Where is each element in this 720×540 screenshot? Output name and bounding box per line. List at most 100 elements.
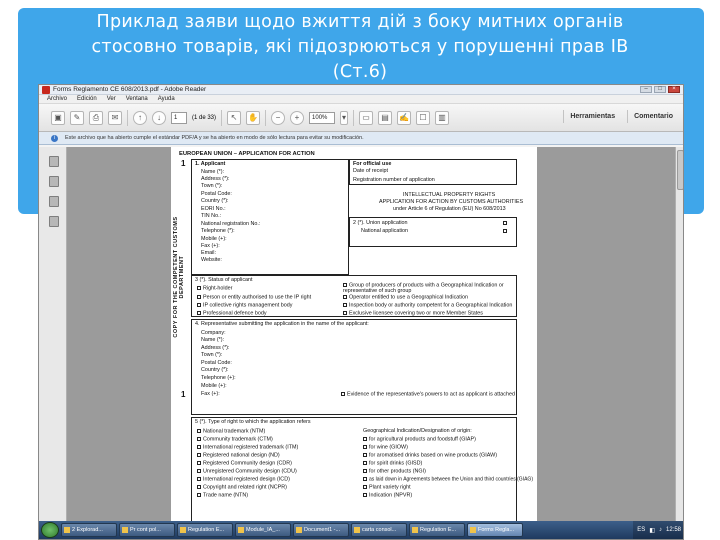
window-titlebar: Forms Reglamento CE 608/2013.pdf - Adobe… — [39, 85, 683, 95]
pdf-page: EUROPEAN UNION – APPLICATION FOR ACTION … — [171, 147, 537, 523]
right-type-option[interactable]: Community trademark (CTM) — [197, 436, 273, 443]
right-type-option[interactable]: as laid down in Agreements between the U… — [363, 477, 533, 483]
vertical-scrollbar[interactable] — [675, 147, 683, 523]
right-type-option[interactable]: Unregistered Community design (CDU) — [197, 468, 297, 475]
print-icon[interactable]: ⎙ — [89, 110, 103, 125]
zoom-out-icon[interactable]: − — [271, 110, 286, 125]
status-option-label: Exclusive licensee covering two or more … — [349, 310, 483, 317]
volume-icon[interactable]: ♪ — [659, 527, 662, 533]
edit-icon[interactable]: ✎ — [70, 110, 84, 125]
sign-icon[interactable]: ✍ — [397, 110, 412, 125]
applicant-field[interactable]: Country (*): — [201, 198, 229, 205]
signatures-icon[interactable] — [49, 216, 59, 227]
applicant-field[interactable]: Website: — [201, 257, 222, 264]
taskbar-item[interactable]: Regulation E... — [409, 523, 465, 537]
status-option[interactable]: Exclusive licensee covering two or more … — [343, 310, 483, 317]
right-type-option[interactable]: Registered Community design (CDR) — [197, 460, 292, 467]
right-type-option[interactable]: International registered trademark (ITM) — [197, 444, 298, 451]
representative-field[interactable]: Fax (+): — [201, 391, 220, 398]
open-icon[interactable]: ▣ — [51, 110, 65, 125]
document-icon — [354, 527, 360, 533]
status-option[interactable]: Person or entity authorised to use the I… — [197, 294, 311, 301]
right-type-option[interactable]: Copyright and related right (NCPR) — [197, 484, 287, 491]
right-type-option[interactable]: Registered national design (ND) — [197, 452, 280, 459]
right-type-option[interactable]: for aromatised drinks based on wine prod… — [363, 452, 497, 459]
menu-file[interactable]: Archivo — [47, 95, 67, 103]
page-thumbnails-icon[interactable] — [49, 156, 59, 167]
evidence-checkbox[interactable]: Evidence of the representative's powers … — [341, 391, 515, 398]
chevron-down-icon[interactable]: ▾ — [340, 110, 349, 125]
language-indicator[interactable]: ES — [637, 527, 645, 533]
menu-edit[interactable]: Edición — [77, 95, 97, 103]
date-of-receipt: Date of receipt — [353, 168, 389, 174]
representative-field[interactable]: Town (*): — [201, 352, 222, 359]
right-type-option[interactable]: for wine (GIOW) — [363, 444, 408, 451]
start-button[interactable] — [41, 522, 59, 538]
applicant-field[interactable]: Town (*): — [201, 183, 222, 190]
folder-icon — [64, 527, 70, 533]
fit-page-icon[interactable]: ▭ — [359, 110, 374, 125]
bookmarks-icon[interactable] — [49, 176, 59, 187]
applicant-field[interactable]: Telephone (*): — [201, 228, 235, 235]
right-type-option[interactable]: Indication (NPVR) — [363, 492, 412, 499]
status-option[interactable]: IP collective rights management body — [197, 302, 293, 309]
info-icon: i — [51, 135, 58, 142]
applicant-field[interactable]: TIN No.: — [201, 213, 221, 220]
representative-field[interactable]: Name (*): — [201, 337, 224, 344]
clock[interactable]: 12:58 — [666, 527, 681, 533]
right-type-option[interactable]: National trademark (NTM) — [197, 428, 266, 435]
right-type-option[interactable]: Trade name (NTN) — [197, 492, 248, 499]
close-button[interactable]: × — [668, 86, 680, 93]
next-page-icon[interactable]: ↓ — [152, 110, 166, 125]
status-option[interactable]: Operator entitled to use a Geographical … — [343, 294, 468, 301]
right-type-label: National trademark (NTM) — [203, 428, 266, 435]
taskbar-item-active[interactable]: Forms Regla... — [467, 523, 523, 537]
highlight-icon[interactable]: ▥ — [435, 110, 450, 125]
zoom-in-icon[interactable]: + — [290, 110, 305, 125]
menu-help[interactable]: Ayuda — [158, 95, 175, 103]
taskbar-item[interactable]: 2 Explorad... — [61, 523, 117, 537]
representative-field[interactable]: Telephone (+): — [201, 375, 236, 382]
select-tool-icon[interactable]: ↖ — [227, 110, 242, 125]
menu-view[interactable]: Ver — [107, 95, 116, 103]
comment-tab[interactable]: Comentario — [627, 110, 679, 123]
taskbar-item[interactable]: Document1 -... — [293, 523, 349, 537]
status-option[interactable]: Professional defence body — [197, 310, 267, 317]
tools-tab[interactable]: Herramientas — [563, 110, 621, 123]
document-icon — [122, 527, 128, 533]
taskbar-item[interactable]: Module_IA_... — [235, 523, 291, 537]
box-number: 1 — [181, 390, 186, 399]
document-icon — [180, 527, 186, 533]
status-option-label: Right-holder — [203, 285, 233, 292]
right-type-option[interactable]: International registered design (ICD) — [197, 476, 290, 483]
attachments-icon[interactable] — [49, 196, 59, 207]
hand-tool-icon[interactable]: ✋ — [246, 110, 261, 125]
email-icon[interactable]: ✉ — [108, 110, 122, 125]
right-type-option[interactable]: Plant variety right — [363, 484, 411, 491]
taskbar-item[interactable]: carta consol... — [351, 523, 407, 537]
national-application-checkbox[interactable] — [503, 229, 509, 235]
right-type-option[interactable]: for spirit drinks (GISD) — [363, 460, 422, 467]
right-type-option[interactable]: for other products (NGI) — [363, 468, 426, 475]
representative-field[interactable]: Mobile (+): — [201, 383, 227, 390]
previous-page-icon[interactable]: ↑ — [133, 110, 147, 125]
minimize-button[interactable]: – — [640, 86, 652, 93]
fit-width-icon[interactable]: ▤ — [378, 110, 393, 125]
network-icon[interactable]: ◧ — [649, 527, 655, 534]
union-application-checkbox[interactable] — [503, 221, 509, 227]
document-workarea[interactable]: EUROPEAN UNION – APPLICATION FOR ACTION … — [39, 147, 683, 523]
zoom-select[interactable]: 100% — [309, 111, 336, 124]
representative-field[interactable]: Country (*): — [201, 367, 229, 374]
maximize-button[interactable]: □ — [654, 86, 666, 93]
status-option[interactable]: Inspection body or authority competent f… — [343, 302, 512, 309]
page-number-input[interactable]: 1 — [171, 111, 187, 124]
status-option[interactable]: Right-holder — [197, 285, 233, 292]
taskbar-item[interactable]: Pr cont pol... — [119, 523, 175, 537]
right-type-option[interactable]: for agricultural products and foodstuff … — [363, 436, 476, 443]
menubar: Archivo Edición Ver Ventana Ayuda — [39, 95, 683, 104]
taskbar-item[interactable]: Regulation E... — [177, 523, 233, 537]
document-icon — [238, 527, 244, 533]
comment-icon[interactable]: ☐ — [416, 110, 431, 125]
menu-window[interactable]: Ventana — [126, 95, 148, 103]
scrollbar-thumb[interactable] — [677, 150, 683, 190]
